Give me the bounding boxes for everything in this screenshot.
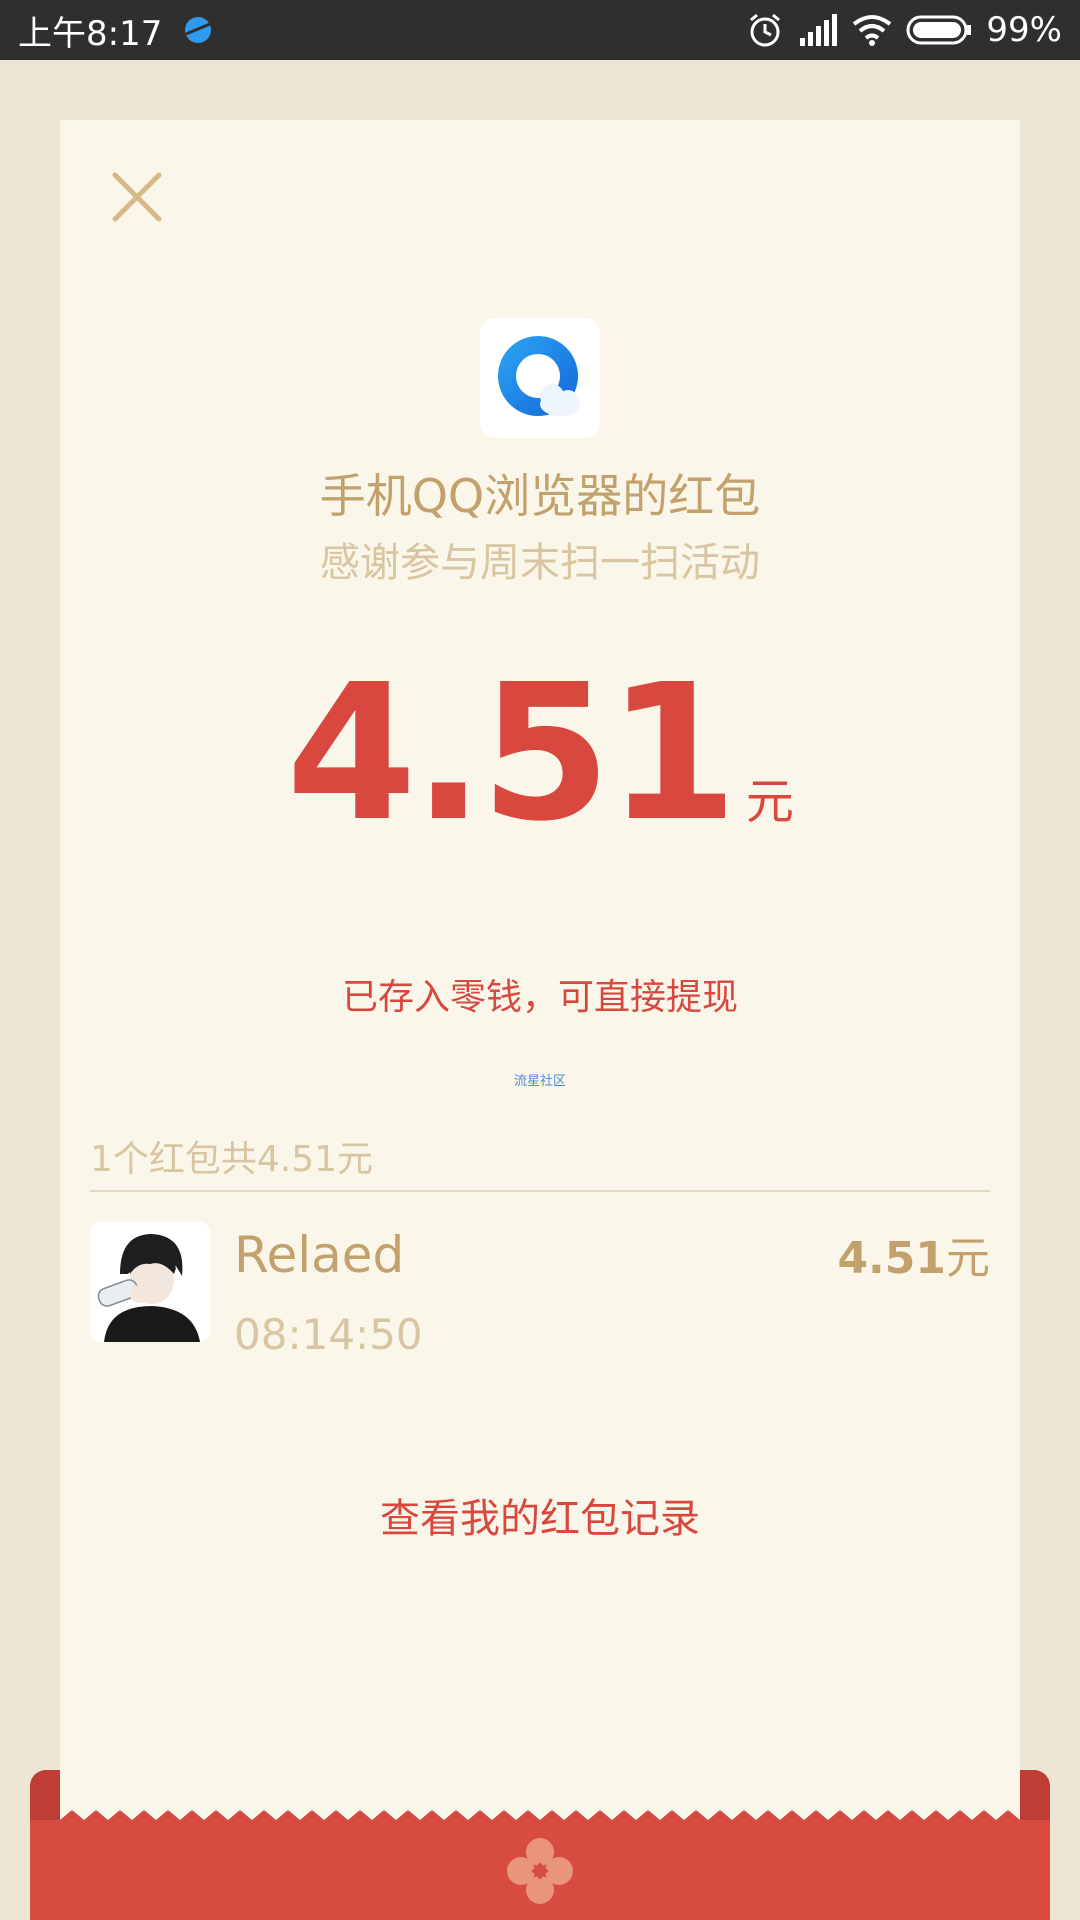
avatar [90,1222,210,1342]
list-item[interactable]: Relaed 08:14:50 4.51 元 [90,1222,990,1359]
record-amount: 4.51 元 [837,1222,990,1286]
view-history-link[interactable]: 查看我的红包记录 [60,1486,1020,1544]
avatar-icon [90,1222,210,1342]
record-time: 08:14:50 [234,1310,423,1359]
deposit-note[interactable]: 已存入零钱，可直接提现 [60,968,1020,1020]
qq-browser-logo-icon [498,336,580,416]
record-amount-unit: 元 [946,1233,990,1284]
close-icon [112,172,162,222]
record-amount-value: 4.51 [837,1233,946,1284]
zigzag-edge [60,1810,1020,1830]
close-button[interactable] [102,162,172,232]
status-bar: 上午8:17 99% [0,0,1080,60]
sender-title: 手机QQ浏览器的红包 [319,469,761,523]
battery-icon [906,15,972,45]
divider [90,1190,990,1192]
amount-unit: 元 [745,774,794,830]
record-name: Relaed [234,1226,405,1284]
alarm-icon [750,13,781,47]
signal-icon [800,14,838,46]
battery-percent: 99% [986,10,1062,50]
red-packet-card: 手机QQ浏览器的红包 感谢参与周末扫一扫活动 4.51 元 已存入零钱，可直接提… [60,120,1020,1820]
app-icon [185,17,212,43]
amount-value: 4.51 [286,644,738,863]
amount-row: 4.51 元 [60,660,1020,848]
status-left: 上午8:17 [18,6,214,55]
wifi-icon [853,15,892,46]
sender-subtitle: 感谢参与周末扫一扫活动 [320,540,760,586]
status-time: 上午8:17 [18,13,163,54]
community-watermark: 流星社区 [513,1074,566,1089]
packet-summary: 1个红包共4.51元 [90,1139,374,1180]
sender-logo [480,318,600,438]
flower-icon [507,1838,573,1904]
status-right: 99% [746,10,1062,50]
